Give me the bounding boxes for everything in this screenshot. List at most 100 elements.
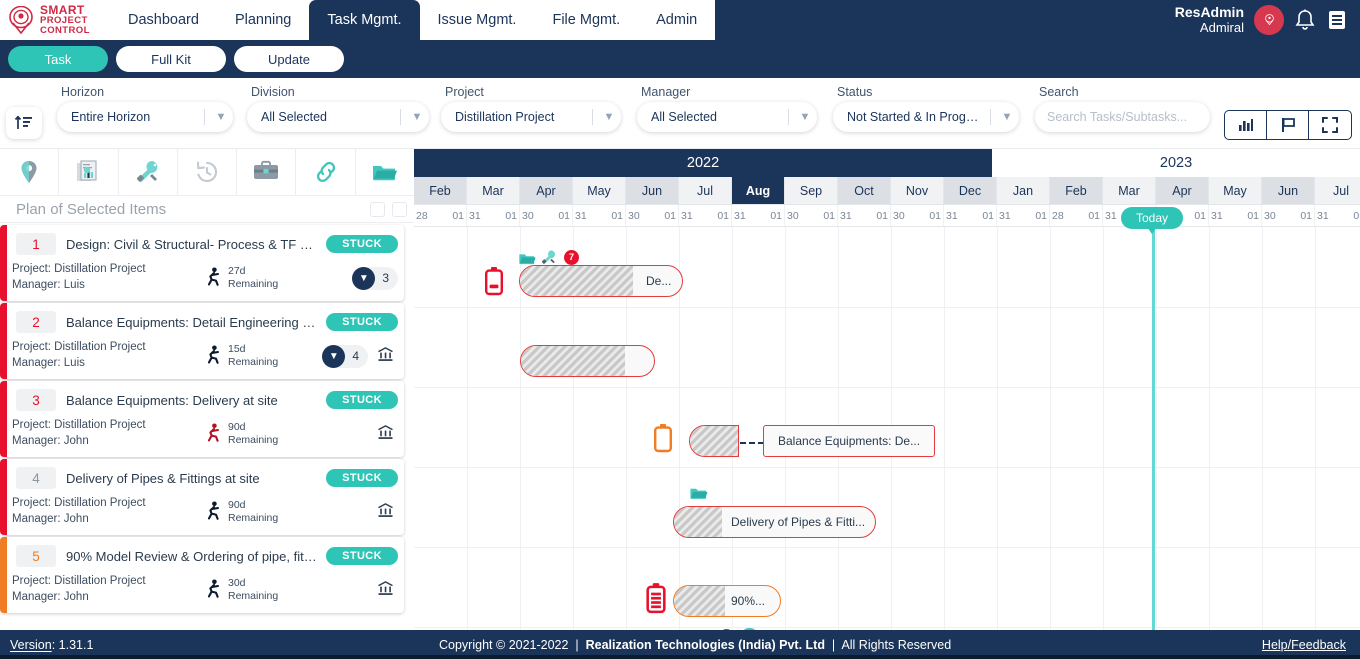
chevron-down-icon[interactable]: ▼ (601, 111, 617, 123)
chevron-down-icon[interactable]: ▼ (352, 267, 375, 290)
nav-item-admin[interactable]: Admin (638, 0, 715, 40)
gantt-bar[interactable] (689, 425, 739, 457)
month-end-day: 01 (770, 210, 782, 222)
gantt-label-box[interactable]: Balance Equipments: De... (763, 425, 935, 457)
battery-full-red-icon[interactable] (644, 582, 668, 617)
folder-icon[interactable] (356, 149, 414, 195)
month-start-day: 31 (1211, 210, 1223, 222)
gantt-month-cell[interactable]: Jul (679, 177, 732, 204)
gantt-month-cell[interactable]: Feb (414, 177, 467, 204)
sort-filter-button[interactable] (6, 107, 42, 139)
nav-item-task-mgmt[interactable]: Task Mgmt. (309, 0, 419, 40)
task-number: 1 (16, 233, 56, 255)
plan-checkbox-2[interactable] (392, 202, 407, 217)
task-card[interactable]: 1Design: Civil & Structural- Process & T… (0, 225, 404, 301)
subtab-update[interactable]: Update (234, 46, 344, 72)
chevron-down-icon[interactable]: ▼ (409, 111, 425, 123)
gantt-month-cell[interactable]: Apr (1156, 177, 1209, 204)
buffer-bank-icon[interactable] (374, 424, 396, 444)
subtab-task[interactable]: Task (8, 46, 108, 72)
gantt-month-cell[interactable]: Jan (997, 177, 1050, 204)
month-end-day: 01 (1247, 210, 1259, 222)
filter-select-division[interactable]: All Selected▼ (247, 102, 429, 132)
subtask-count[interactable]: ▼4 (322, 345, 368, 368)
filter-select-status[interactable]: Not Started & In Progress▼ (833, 102, 1019, 132)
filter-value-manager: All Selected (651, 110, 780, 124)
report-icon[interactable] (59, 149, 118, 195)
location-pin-icon[interactable] (0, 149, 59, 195)
today-marker[interactable]: Today (1121, 207, 1183, 229)
gantt-month-cell[interactable]: May (1209, 177, 1262, 204)
task-card[interactable]: 4Delivery of Pipes & Fittings at siteSTU… (0, 459, 404, 535)
link-icon[interactable] (296, 149, 355, 195)
app-root: SMART PROJECT CONTROL DashboardPlanningT… (0, 0, 1360, 659)
gantt-month-cell[interactable]: Apr (520, 177, 573, 204)
chevron-down-icon[interactable]: ▼ (999, 111, 1015, 123)
buffer-bank-icon[interactable] (374, 580, 396, 600)
buffer-bank-icon[interactable] (374, 346, 396, 366)
gantt-bar[interactable] (520, 345, 655, 377)
flag-view-icon[interactable] (1267, 111, 1309, 139)
gantt-month-cell[interactable]: Dec (944, 177, 997, 204)
gantt-month-cell[interactable]: Aug (732, 177, 785, 204)
briefcase-icon[interactable] (237, 149, 296, 195)
left-task-panel: Plan of Selected Items 1Design: Civil & … (0, 149, 414, 630)
chevron-down-icon[interactable]: ▼ (213, 111, 229, 123)
avatar[interactable] (1254, 5, 1284, 35)
gantt-month-cell[interactable]: Mar (1103, 177, 1156, 204)
buffer-bank-icon[interactable] (374, 502, 396, 522)
notification-bell-icon[interactable] (1294, 8, 1316, 32)
plan-checkbox-1[interactable] (370, 202, 385, 217)
gantt-bar[interactable]: 90%... (673, 585, 781, 617)
gantt-month-cell[interactable]: Jun (1262, 177, 1315, 204)
folder-icon[interactable] (689, 485, 709, 504)
gantt-month-cell[interactable]: Sep (785, 177, 838, 204)
task-project: Project: Distillation Project (12, 262, 202, 278)
gantt-month-cell[interactable]: Nov (891, 177, 944, 204)
battery-empty-orange-icon[interactable] (652, 423, 674, 456)
task-manager: Manager: John (12, 512, 202, 528)
remaining-label: Remaining (228, 434, 290, 447)
chevron-down-icon[interactable]: ▼ (797, 111, 813, 123)
row-badge-count[interactable]: 7 (564, 250, 579, 265)
fullscreen-icon[interactable] (1309, 111, 1351, 139)
subtab-full-kit[interactable]: Full Kit (116, 46, 226, 72)
chevron-down-icon[interactable]: ▼ (322, 345, 345, 368)
search-box[interactable] (1035, 102, 1210, 132)
gantt-month-cell[interactable]: Mar (467, 177, 520, 204)
tools-icon[interactable] (119, 149, 178, 195)
gantt-month-cell[interactable]: Oct (838, 177, 891, 204)
search-input[interactable] (1047, 110, 1208, 124)
chart-view-icon[interactable] (1225, 111, 1267, 139)
help-feedback-link[interactable]: Help/Feedback (1262, 638, 1346, 652)
task-manager: Manager: Luis (12, 278, 202, 294)
copyright-text: Copyright © 2021-2022 | Realization Tech… (439, 638, 951, 652)
filter-select-horizon[interactable]: Entire Horizon▼ (57, 102, 233, 132)
subtask-count[interactable]: ▼3 (352, 267, 398, 290)
history-icon[interactable] (178, 149, 237, 195)
user-info[interactable]: ResAdmin Admiral (1175, 5, 1244, 35)
nav-item-issue-mgmt[interactable]: Issue Mgmt. (420, 0, 535, 40)
nav-item-file-mgmt[interactable]: File Mgmt. (534, 0, 638, 40)
task-accent-bar (0, 459, 7, 535)
gantt-month-cell[interactable]: Jun (626, 177, 679, 204)
nav-item-dashboard[interactable]: Dashboard (110, 0, 217, 40)
gantt-bar[interactable]: Delivery of Pipes & Fitti... (673, 506, 876, 538)
gantt-month-cell[interactable]: May (573, 177, 626, 204)
nav-item-planning[interactable]: Planning (217, 0, 309, 40)
battery-low-red-icon[interactable] (483, 266, 505, 299)
menu-book-icon[interactable] (1326, 8, 1348, 32)
gantt-bar[interactable]: De... (519, 265, 683, 297)
month-end-day: 01 (558, 210, 570, 222)
gantt-chart: 20222023 FebMarAprMayJunJulAugSepOctNovD… (414, 149, 1360, 630)
task-card[interactable]: 2Balance Equipments: Detail Engineering … (0, 303, 404, 379)
gantt-month-cell[interactable]: Feb (1050, 177, 1103, 204)
month-end-day: 01 (1300, 210, 1312, 222)
task-card[interactable]: 3Balance Equipments: Delivery at siteSTU… (0, 381, 404, 457)
month-end-day: 01 (982, 210, 994, 222)
filter-select-project[interactable]: Distillation Project▼ (441, 102, 621, 132)
task-card[interactable]: 590% Model Review & Ordering of pipe, fi… (0, 537, 404, 613)
gantt-month-cell[interactable]: Jul (1315, 177, 1360, 204)
filter-select-manager[interactable]: All Selected ▼ (637, 102, 817, 132)
month-end-day: 01 (929, 210, 941, 222)
